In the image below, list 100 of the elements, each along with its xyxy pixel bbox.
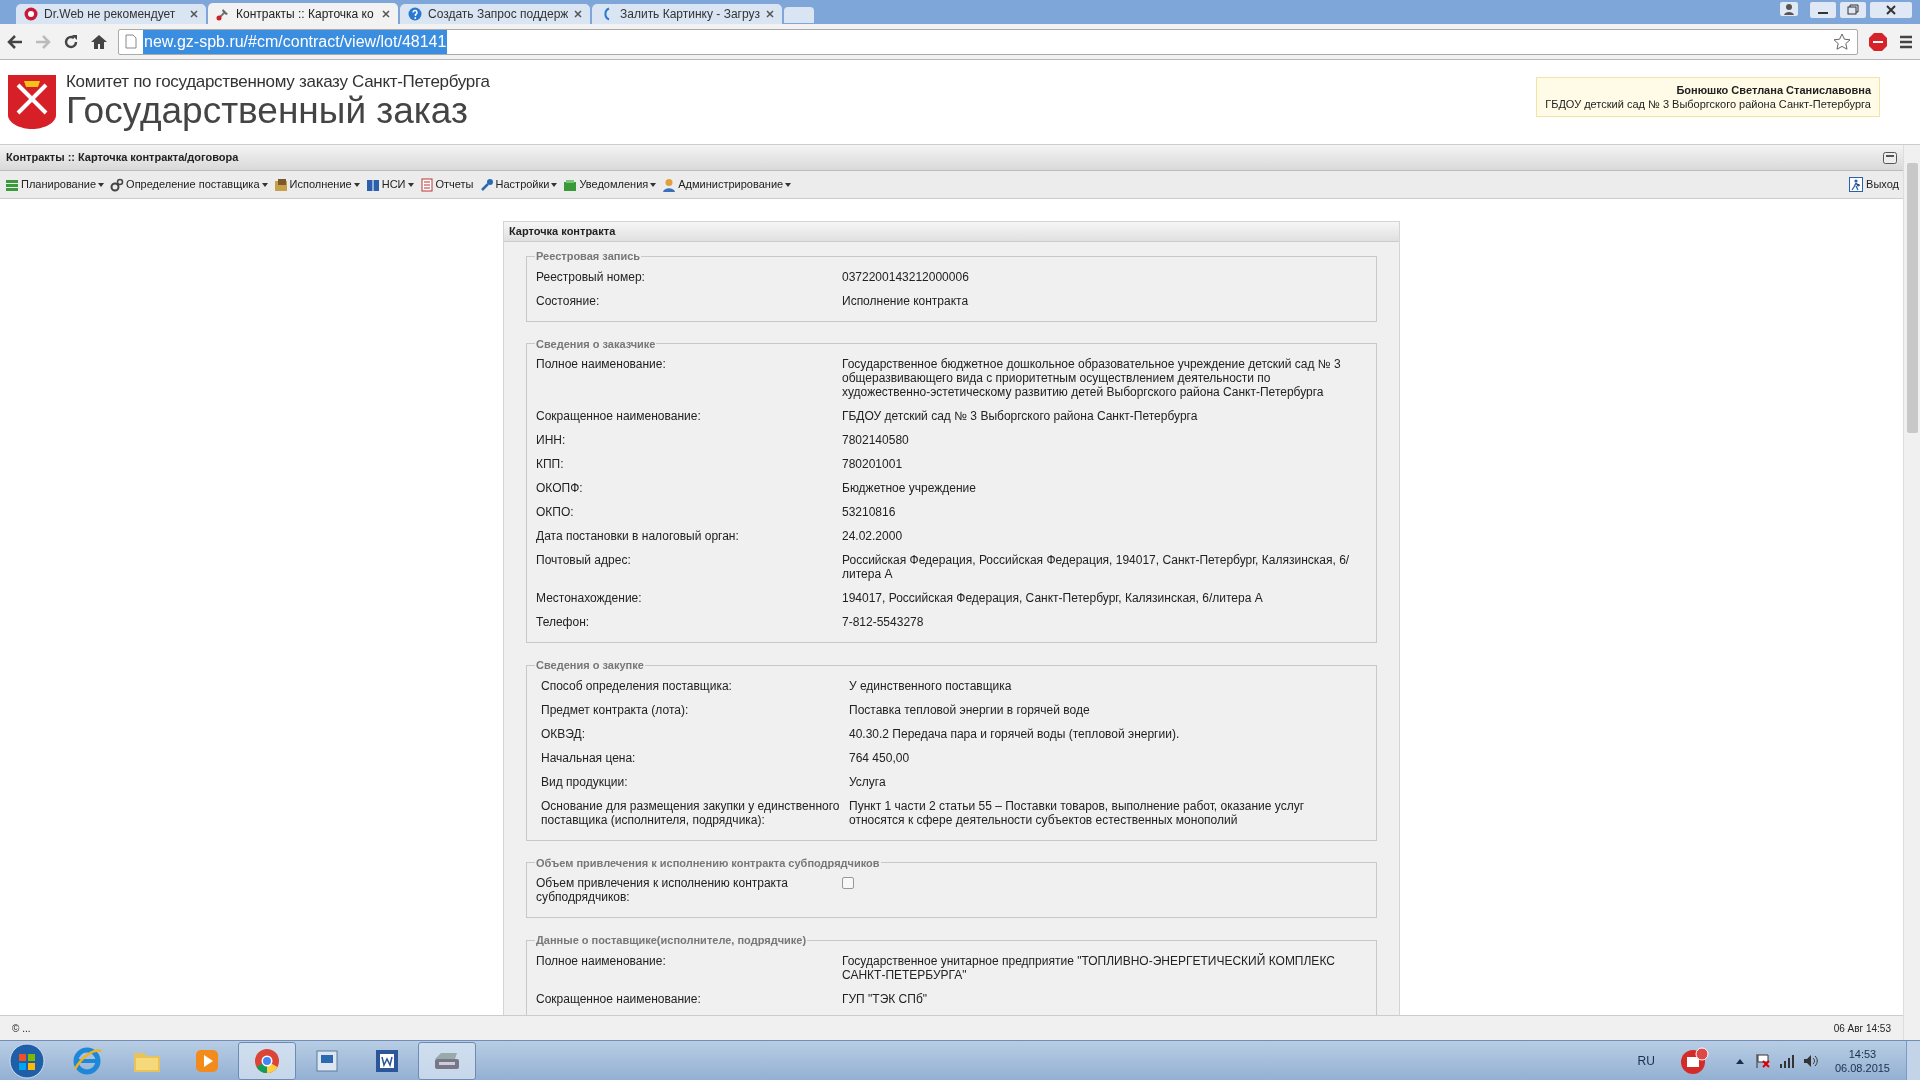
field-value: 24.02.2000 xyxy=(842,529,904,543)
field-value: 780201001 xyxy=(842,457,904,471)
user-icon[interactable] xyxy=(1780,2,1798,16)
field-label: Дата постановки в налоговый орган: xyxy=(536,529,740,543)
browser-tab[interactable]: Контракты :: Карточка ко xyxy=(208,3,398,24)
scrollbar[interactable] xyxy=(1903,145,1920,1040)
field-value: ГБДОУ детский сад № 3 Выборгского района Санкт-Петербурга xyxy=(842,409,1199,423)
close-window-icon[interactable] xyxy=(1870,2,1912,18)
network-icon[interactable] xyxy=(1778,1053,1795,1068)
list-icon xyxy=(5,177,19,192)
field-value: Услуга xyxy=(849,774,887,789)
menu-item[interactable]: Определение поставщика xyxy=(109,173,269,196)
field-value: 764 450,00 xyxy=(849,750,911,765)
start-button[interactable] xyxy=(8,1042,46,1079)
field-label: Полное наименование: xyxy=(536,357,667,371)
field-label: Реестровый номер: xyxy=(536,269,646,284)
menu-item[interactable]: Уведомления xyxy=(562,173,658,196)
checkbox[interactable] xyxy=(842,877,854,889)
close-icon[interactable] xyxy=(190,10,198,18)
hammer-icon xyxy=(216,6,230,21)
field-value: Исполнение контракта xyxy=(842,293,970,308)
field-label: Объем привлечения к исполнению контракта субподрядчиков: xyxy=(536,876,790,904)
field-label: ОКВЭД: xyxy=(541,726,586,741)
browser-tab[interactable]: Создать Запрос поддерж xyxy=(400,4,590,24)
field-label: Предмет контракта (лота): xyxy=(541,702,690,717)
report-icon xyxy=(419,177,434,192)
tray-icon xyxy=(563,177,578,192)
page-title: Контракты :: Карточка контракта/договора xyxy=(6,150,239,166)
browser-tab[interactable]: Залить Картинку - Загруз xyxy=(592,4,782,24)
close-icon[interactable] xyxy=(574,10,582,18)
status-text: © ... xyxy=(12,1021,31,1036)
organization-name: Комитет по государственному заказу Санкт-Петербурга xyxy=(66,73,490,91)
close-icon[interactable] xyxy=(382,9,390,18)
url-text: new.gz-spb.ru/#cm/contract/view/lot/48141 xyxy=(143,29,448,54)
menu-icon[interactable] xyxy=(1898,33,1914,50)
browser-tab[interactable]: Dr.Web не рекомендует xyxy=(16,4,206,24)
field-label: Почтовый адрес: xyxy=(536,553,632,567)
book-icon xyxy=(365,177,380,192)
field-label: Телефон: xyxy=(536,615,591,629)
gears-icon xyxy=(110,177,125,192)
section-title: Сведения о закупке xyxy=(535,658,645,673)
field-value: Российская Федерация, Российская Федерация, 194017, Санкт-Петербург, Калязинская, 6/литера А xyxy=(842,553,1351,581)
menu-item[interactable]: Планирование xyxy=(4,173,106,196)
shield-icon xyxy=(24,7,38,21)
section-title: Объем привлечения к исполнению контракта субподрядчиков xyxy=(535,855,881,871)
field-label: Способ определения поставщика: xyxy=(541,678,733,693)
menu-item[interactable]: НСИ xyxy=(364,173,415,196)
field-label: ОКПО: xyxy=(536,505,575,519)
clock[interactable]: 14:53 06.08.2015 xyxy=(1834,1046,1890,1075)
field-value: 7802140580 xyxy=(842,433,910,447)
field-value: ГУП "ТЭК СПб" xyxy=(842,991,929,1006)
wrench-icon xyxy=(479,177,494,192)
restore-icon[interactable] xyxy=(1840,2,1866,18)
user-name: Бонюшко Светлана Станиславовна xyxy=(1676,83,1871,97)
volume-icon[interactable] xyxy=(1802,1053,1819,1068)
field-value: 0372200143212000006 xyxy=(842,269,970,284)
minimize-icon[interactable] xyxy=(1810,2,1836,18)
field-value: Государственное унитарное предприятие "ТОПЛИВНО-ЭНЕРГЕТИЧЕСКИЙ КОМПЛЕКС САНКТ-ПЕТЕРБУРГА" xyxy=(842,953,1336,982)
status-datetime: 06 Авг 14:53 xyxy=(1833,1021,1891,1036)
notification-icon[interactable] xyxy=(1678,1046,1709,1075)
menu-item[interactable]: Отчеты xyxy=(418,173,475,196)
field-label: Сокращенное наименование: xyxy=(536,409,702,423)
logout-button[interactable]: Выход xyxy=(1849,176,1899,193)
back-icon[interactable] xyxy=(6,32,24,51)
field-value: Бюджетное учреждение xyxy=(842,481,977,495)
card-title: Карточка контракта xyxy=(504,222,1399,242)
user-organization: ГБДОУ детский сад № 3 Выборгского района Санкт-Петербурга xyxy=(1545,97,1871,111)
flag-icon[interactable] xyxy=(1754,1052,1771,1069)
section-title: Реестровая запись xyxy=(535,249,642,264)
field-label: Основание для размещения закупки у единственного поставщика (исполнителя, подрядчика): xyxy=(541,798,841,827)
field-value: Поставка тепловой энергии в горячей воде xyxy=(849,702,1091,717)
field-label: Начальная цена: xyxy=(541,750,637,765)
exit-icon xyxy=(1849,177,1864,192)
menu-item[interactable]: Настройки xyxy=(478,173,559,196)
field-label: ОКОПФ: xyxy=(536,481,584,495)
field-value: 53210816 xyxy=(842,505,897,519)
field-value: 40.30.2 Передача пара и горячей воды (тепловой энергии). xyxy=(849,726,1181,741)
section-title: Данные о поставщике(исполнителе, подрядчике) xyxy=(535,933,808,948)
package-icon xyxy=(273,177,288,192)
coat-of-arms-logo xyxy=(6,73,58,131)
field-value: 194017, Российская Федерация, Санкт-Петербург, Калязинская, 6/литера А xyxy=(842,591,1264,605)
taskbar-button[interactable] xyxy=(418,1041,476,1080)
home-icon[interactable] xyxy=(90,32,108,51)
menu-item[interactable]: Администрирование xyxy=(661,173,793,196)
field-label: Полное наименование: xyxy=(536,953,667,968)
field-label: Сокращенное наименование: xyxy=(536,991,702,1006)
star-icon[interactable] xyxy=(1833,32,1851,51)
maximize-icon[interactable] xyxy=(1883,151,1897,164)
reload-icon[interactable] xyxy=(62,32,80,51)
language-indicator[interactable]: RU xyxy=(1637,1051,1655,1070)
help-icon xyxy=(408,7,422,21)
taskbar-button[interactable] xyxy=(238,1041,296,1080)
site-title: Государственный заказ xyxy=(66,91,469,131)
section-title: Сведения о заказчике xyxy=(535,336,657,352)
adblock-icon[interactable] xyxy=(1868,31,1888,52)
field-value: Пункт 1 части 2 статьи 55 – Поставки товаров, выполнение работ, оказание услуг относятся к сфере деятельности субъектов естественных монополий xyxy=(849,798,1306,827)
field-label: КПП: xyxy=(536,457,565,471)
menu-item[interactable]: Исполнение xyxy=(272,173,361,196)
close-icon[interactable] xyxy=(766,10,774,18)
field-value: Государственное бюджетное дошкольное образовательное учреждение детский сад № 3 общеразвивающего вида с приоритетным осуществлением деятельности по художественно-эстетическому развитию детей Выборгского района Санкт-Петербурга xyxy=(842,357,1342,399)
